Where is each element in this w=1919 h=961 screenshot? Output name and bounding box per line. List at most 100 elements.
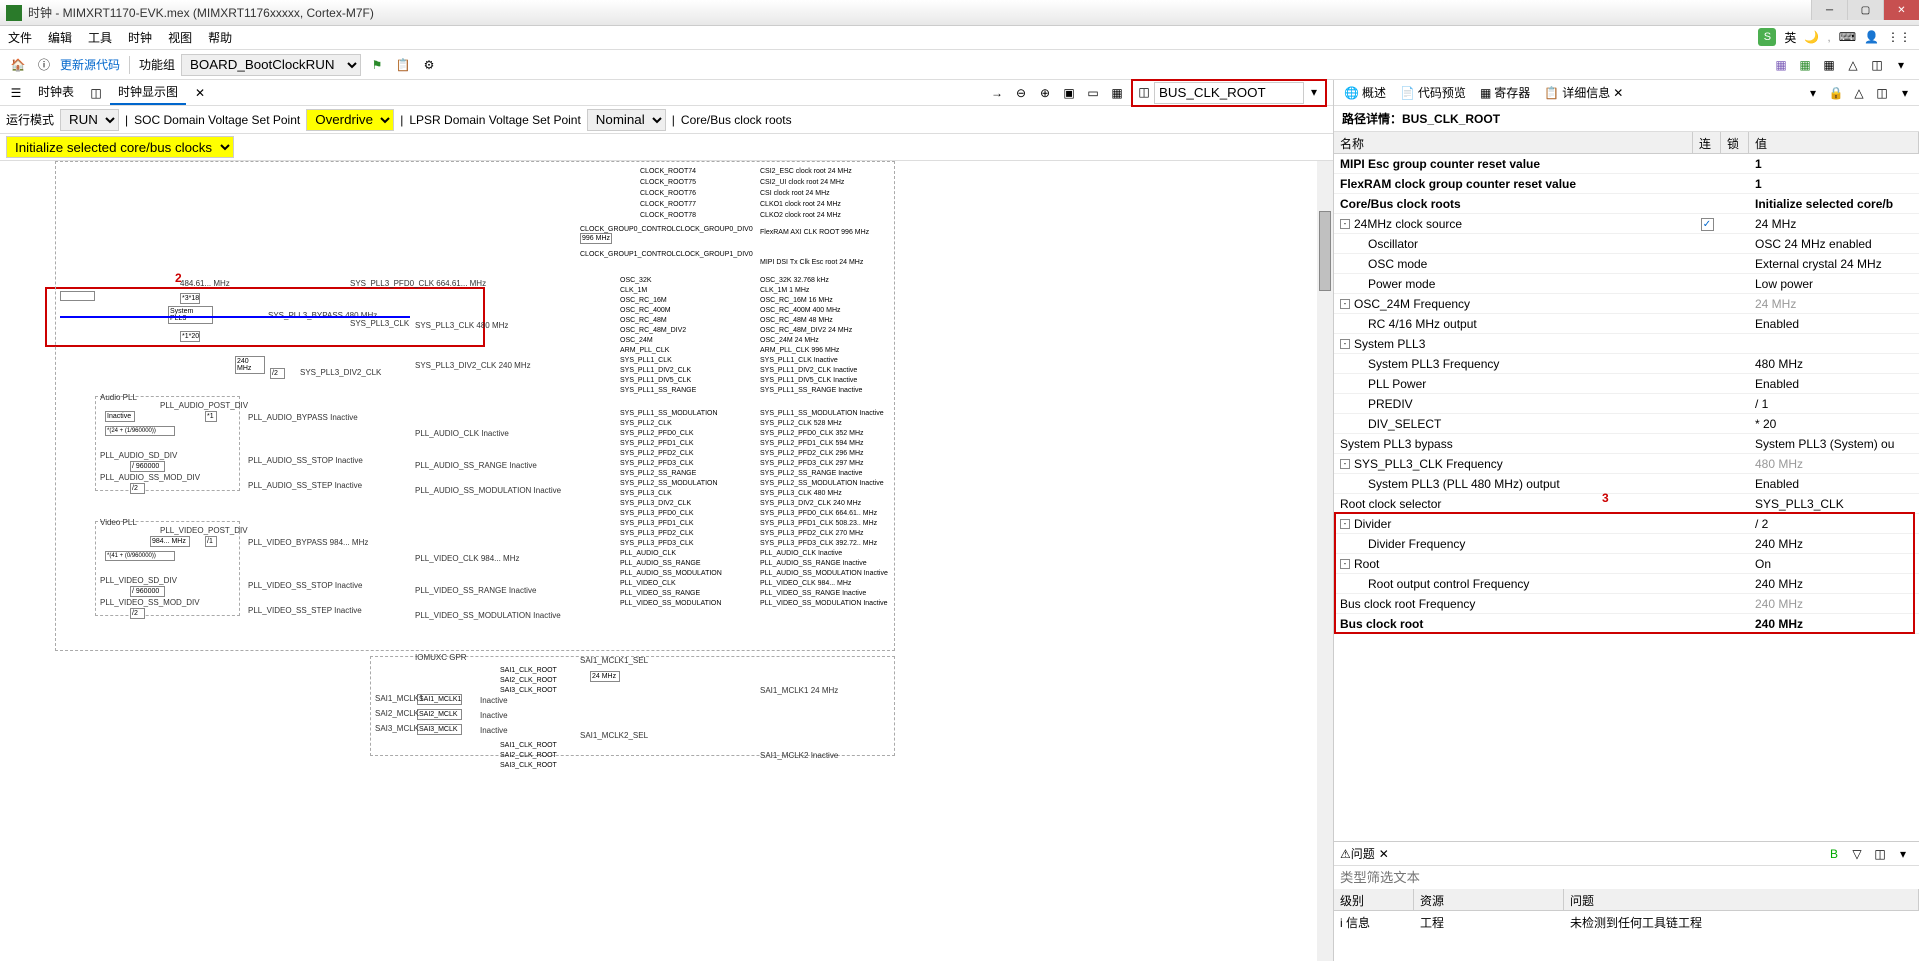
prop-value[interactable]: Low power (1749, 277, 1919, 291)
soc-select[interactable]: Overdrive (306, 109, 394, 131)
maximize-button[interactable]: ▢ (1847, 0, 1883, 20)
prop-row[interactable]: Core/Bus clock rootsInitialize selected … (1334, 194, 1919, 214)
prop-value[interactable]: 1 (1749, 177, 1919, 191)
prop-row[interactable]: -SYS_PLL3_CLK Frequency480 MHz (1334, 454, 1919, 474)
problem-row[interactable]: i 信息 工程 未检测到任何工具链工程 (1334, 911, 1919, 934)
prop-value[interactable]: SYS_PLL3_CLK (1749, 497, 1919, 511)
prop-value[interactable]: 480 MHz (1749, 457, 1919, 471)
grid-toggle-icon[interactable]: ▦ (1107, 83, 1127, 103)
chip-icon[interactable]: ▦ (1771, 55, 1791, 75)
update-source-label[interactable]: 更新源代码 (60, 56, 120, 73)
clock-search-input[interactable] (1154, 82, 1304, 104)
home-icon[interactable]: 🏠 (8, 55, 28, 75)
prop-row[interactable]: PREDIV/ 1 (1334, 394, 1919, 414)
prop-value[interactable]: / 2 (1749, 517, 1919, 531)
col-issue[interactable]: 问题 (1564, 889, 1919, 910)
tab-overview[interactable]: 🌐 概述 (1338, 81, 1392, 104)
settings-icon[interactable]: ⚙ (419, 55, 439, 75)
prop-value[interactable]: OSC 24 MHz enabled (1749, 237, 1919, 251)
prop-row[interactable]: -RootOn (1334, 554, 1919, 574)
panel-dd-icon[interactable]: ▾ (1895, 83, 1915, 103)
prop-value[interactable]: 240 MHz (1749, 537, 1919, 551)
tab-registers[interactable]: ▦ 寄存器 (1474, 81, 1536, 104)
fn-group-select[interactable]: BOARD_BootClockRUN (181, 54, 361, 76)
minimize-button[interactable]: ─ (1811, 0, 1847, 20)
prop-row[interactable]: -Divider/ 2 (1334, 514, 1919, 534)
keyboard-icon[interactable]: ⌨ (1839, 30, 1856, 44)
prop-row[interactable]: RC 4/16 MHz outputEnabled (1334, 314, 1919, 334)
prop-row[interactable]: Bus clock root Frequency240 MHz (1334, 594, 1919, 614)
prop-value[interactable]: 1 (1749, 157, 1919, 171)
prop-row[interactable]: Divider Frequency240 MHz (1334, 534, 1919, 554)
moon-icon[interactable]: 🌙 (1804, 30, 1819, 44)
prop-row[interactable]: Bus clock root240 MHz (1334, 614, 1919, 634)
scrollbar-thumb[interactable] (1319, 211, 1331, 291)
prop-row[interactable]: Power modeLow power (1334, 274, 1919, 294)
expander-icon[interactable]: - (1340, 559, 1350, 569)
prob-dd-icon[interactable]: ▾ (1893, 844, 1913, 864)
prop-value[interactable]: System PLL3 (System) ou (1749, 437, 1919, 451)
tab-clock-table[interactable]: 时钟表 (30, 80, 82, 105)
prop-value[interactable]: * 20 (1749, 417, 1919, 431)
prop-value[interactable]: Enabled (1749, 477, 1919, 491)
link-icon[interactable]: △ (1849, 83, 1869, 103)
table-icon[interactable]: ☰ (6, 83, 26, 103)
col-value[interactable]: 值 (1749, 132, 1919, 153)
tool-icon-2[interactable]: ◫ (1867, 55, 1887, 75)
problems-tab[interactable]: 问题 (1351, 845, 1375, 862)
fit-width-icon[interactable]: ▭ (1083, 83, 1103, 103)
ime-logo-icon[interactable]: S (1758, 28, 1776, 46)
info-icon[interactable]: ⓘ (34, 55, 54, 75)
prop-row[interactable]: DIV_SELECT* 20 (1334, 414, 1919, 434)
run-mode-select[interactable]: RUN (60, 109, 119, 131)
prop-body[interactable]: 3 MIPI Esc group counter reset value1Fle… (1334, 154, 1919, 841)
dropdown-icon[interactable]: ▾ (1891, 55, 1911, 75)
prob-filter-icon[interactable]: ▽ (1847, 844, 1867, 864)
tab-code-preview[interactable]: 📄 代码预览 (1394, 81, 1472, 104)
prop-row[interactable]: OSC modeExternal crystal 24 MHz (1334, 254, 1919, 274)
prop-row[interactable]: System PLL3 bypassSystem PLL3 (System) o… (1334, 434, 1919, 454)
panel-max-icon[interactable]: ◫ (1872, 83, 1892, 103)
lpsr-select[interactable]: Nominal (587, 109, 666, 131)
prop-row[interactable]: System PLL3 Frequency480 MHz (1334, 354, 1919, 374)
tool-icon-1[interactable]: △ (1843, 55, 1863, 75)
col-conn[interactable]: 连 (1693, 132, 1721, 153)
prop-value[interactable]: / 1 (1749, 397, 1919, 411)
peripheral-icon[interactable]: ▦ (1819, 55, 1839, 75)
search-dropdown-icon[interactable]: ▾ (1304, 82, 1324, 102)
menu-view[interactable]: 视图 (168, 29, 192, 46)
prop-row[interactable]: PLL PowerEnabled (1334, 374, 1919, 394)
checkbox-icon[interactable]: ✓ (1701, 218, 1714, 231)
expander-icon[interactable]: - (1340, 459, 1350, 469)
prop-row[interactable]: Root output control Frequency240 MHz (1334, 574, 1919, 594)
diagram-scrollbar-v[interactable] (1317, 161, 1333, 961)
tab-clock-diagram[interactable]: 时钟显示图 (110, 80, 186, 105)
prop-value[interactable]: 240 MHz (1749, 597, 1919, 611)
prop-row[interactable]: -OSC_24M Frequency24 MHz (1334, 294, 1919, 314)
prop-value[interactable]: 24 MHz (1749, 297, 1919, 311)
col-level[interactable]: 级别 (1334, 889, 1414, 910)
person-icon[interactable]: 👤 (1864, 30, 1879, 44)
menu-help[interactable]: 帮助 (208, 29, 232, 46)
search-mode-icon[interactable]: ◫ (1134, 82, 1154, 102)
close-button[interactable]: ✕ (1883, 0, 1919, 20)
clock-diagram-canvas[interactable]: 2 CLOCK_ROOT74 CLOCK_ROOT75 CLOCK_ROOT76… (0, 161, 1333, 961)
expander-icon[interactable]: - (1340, 519, 1350, 529)
zoom-out-icon[interactable]: ⊖ (1011, 83, 1031, 103)
col-lock[interactable]: 锁 (1721, 132, 1749, 153)
init-select[interactable]: Initialize selected core/bus clocks (6, 136, 234, 158)
diagram-icon[interactable]: ◫ (86, 83, 106, 103)
prop-value[interactable]: 240 MHz (1749, 577, 1919, 591)
prop-row[interactable]: -24MHz clock source✓24 MHz (1334, 214, 1919, 234)
tab-details[interactable]: 📋 详细信息 ✕ (1538, 81, 1629, 104)
menu-file[interactable]: 文件 (8, 29, 32, 46)
prop-value[interactable]: External crystal 24 MHz (1749, 257, 1919, 271)
prop-value[interactable]: Enabled (1749, 377, 1919, 391)
flag-icon[interactable]: ⚑ (367, 55, 387, 75)
col-name[interactable]: 名称 (1334, 132, 1693, 153)
problems-filter-input[interactable] (1334, 866, 1919, 889)
prop-row[interactable]: FlexRAM clock group counter reset value1 (1334, 174, 1919, 194)
prop-row[interactable]: Root clock selectorSYS_PLL3_CLK (1334, 494, 1919, 514)
zoom-in-icon[interactable]: ⊕ (1035, 83, 1055, 103)
menu-clock[interactable]: 时钟 (128, 29, 152, 46)
